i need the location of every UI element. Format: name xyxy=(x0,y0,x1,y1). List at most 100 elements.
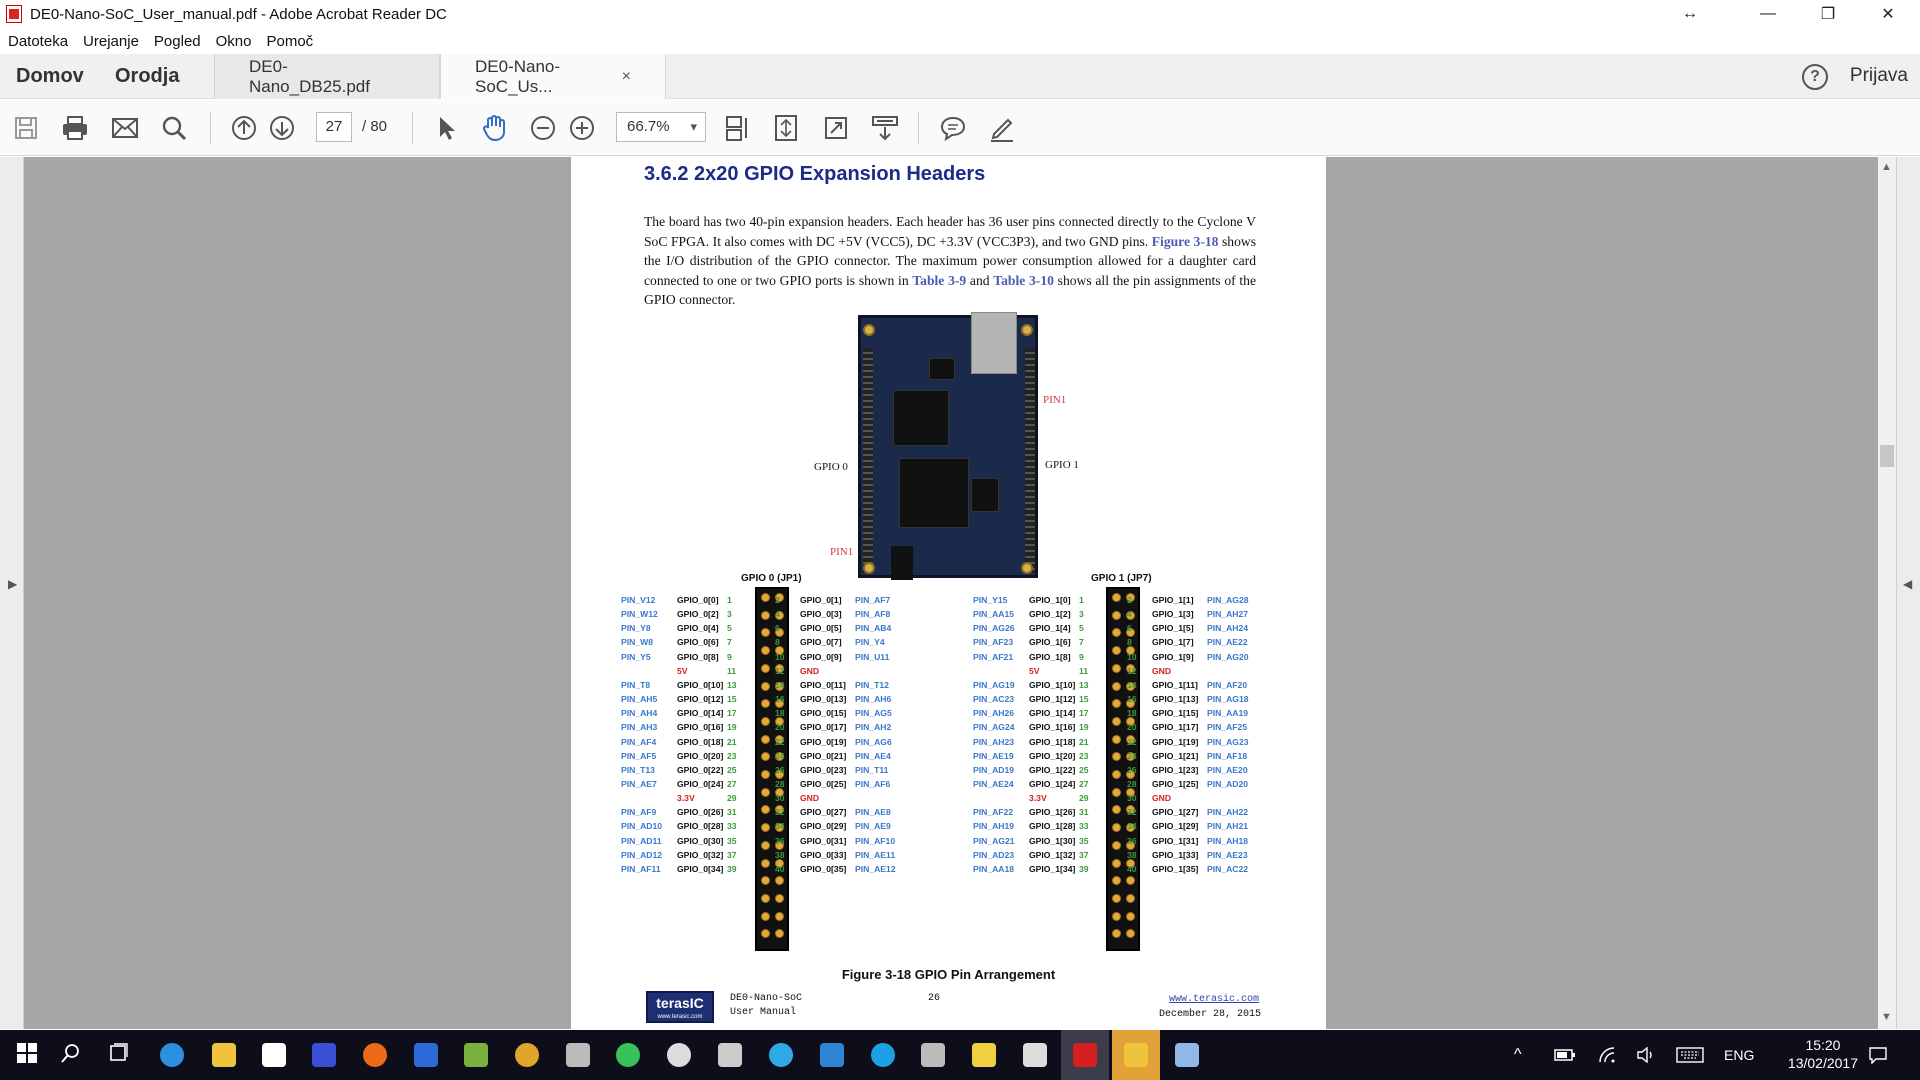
pin-number: 31 xyxy=(727,807,737,818)
taskbar-paint-button[interactable] xyxy=(452,1030,500,1080)
header-pin xyxy=(761,681,770,691)
hand-tool-icon[interactable] xyxy=(480,114,508,142)
file-explorer-icon xyxy=(212,1043,236,1067)
tab-home[interactable]: Domov xyxy=(16,54,84,99)
keyboard-icon[interactable] xyxy=(1676,1030,1704,1080)
pin-number: 38 xyxy=(775,849,785,860)
taskbar-start-button[interactable] xyxy=(5,1030,53,1080)
tab-tools[interactable]: Orodja xyxy=(115,54,179,99)
taskbar-floppy-save-button[interactable] xyxy=(300,1030,348,1080)
minimize-button[interactable]: — xyxy=(1740,0,1796,28)
pin-number: 18 xyxy=(775,708,785,719)
language-indicator[interactable]: ENG xyxy=(1724,1030,1754,1080)
close-tab-icon[interactable]: × xyxy=(622,68,631,86)
taskbar-network-tool-button[interactable] xyxy=(960,1030,1008,1080)
signal-name: GPIO_0[29] xyxy=(800,821,847,832)
clock[interactable]: 15:20 13/02/2017 xyxy=(1788,1036,1858,1072)
fit-page-icon[interactable] xyxy=(772,114,800,142)
restore-arrows-icon[interactable]: ↔ xyxy=(1662,0,1718,28)
menu-window[interactable]: Okno xyxy=(216,33,252,50)
pin-name: PIN_AE4 xyxy=(855,750,891,761)
comment-icon[interactable] xyxy=(939,114,967,142)
taskbar-folder-active-button[interactable] xyxy=(1112,1030,1160,1080)
tab-document-2[interactable]: DE0-Nano-SoC_Us... × xyxy=(440,54,666,99)
left-pane-toggle[interactable]: ▶ xyxy=(0,157,24,1029)
search-icon[interactable] xyxy=(160,114,188,142)
taskbar-app-circle-button[interactable] xyxy=(655,1030,703,1080)
print-icon[interactable] xyxy=(61,114,89,142)
menu-file[interactable]: Datoteka xyxy=(8,33,68,50)
taskbar-edge-button[interactable] xyxy=(148,1030,196,1080)
page-scroll-icon[interactable] xyxy=(723,114,751,142)
notifications-icon[interactable] xyxy=(1868,1030,1888,1080)
taskbar-search-button[interactable] xyxy=(49,1030,97,1080)
previous-page-icon[interactable] xyxy=(230,114,258,142)
taskbar-chrome-button[interactable] xyxy=(503,1030,551,1080)
taskbar-app-blue-button[interactable] xyxy=(402,1030,450,1080)
header-pin xyxy=(1112,805,1121,815)
taskbar-acrobat-button[interactable] xyxy=(1061,1030,1109,1080)
battery-icon[interactable] xyxy=(1554,1030,1576,1080)
full-screen-icon[interactable] xyxy=(822,114,850,142)
scroll-thumb[interactable] xyxy=(1880,445,1894,467)
wifi-icon[interactable] xyxy=(1598,1030,1618,1080)
taskbar-app-grid-button[interactable] xyxy=(1011,1030,1059,1080)
taskbar-3d-box-button[interactable] xyxy=(706,1030,754,1080)
zoom-out-icon[interactable] xyxy=(529,114,557,142)
tab-document-1[interactable]: DE0-Nano_DB25.pdf xyxy=(214,54,440,99)
help-icon[interactable]: ? xyxy=(1802,64,1828,90)
taskbar-task-view-button[interactable] xyxy=(97,1030,145,1080)
pin-name: PIN_T13 xyxy=(621,764,655,775)
taskbar-file-explorer-button[interactable] xyxy=(200,1030,248,1080)
save-icon[interactable] xyxy=(12,114,40,142)
pin-number: 9 xyxy=(1079,651,1084,662)
taskbar-firefox-button[interactable] xyxy=(351,1030,399,1080)
maximize-button[interactable]: ❐ xyxy=(1800,0,1856,28)
pin-number: 21 xyxy=(1079,736,1089,747)
pin-name: PIN_AE7 xyxy=(621,778,657,789)
header-pin xyxy=(1112,610,1121,620)
taskbar-whatsapp-button[interactable] xyxy=(604,1030,652,1080)
select-cursor-icon[interactable] xyxy=(432,114,460,142)
taskbar-paint-palette-button[interactable] xyxy=(1163,1030,1211,1080)
taskbar-app-fish-button[interactable] xyxy=(757,1030,805,1080)
signal-name: GPIO_1[15] xyxy=(1152,708,1199,719)
vertical-scrollbar[interactable]: ▲ ▼ xyxy=(1878,157,1896,1029)
figure-table-link[interactable]: Figure 3-18 xyxy=(1152,234,1219,249)
menu-view[interactable]: Pogled xyxy=(154,33,201,50)
app-arrow-icon xyxy=(566,1043,590,1067)
header-pin xyxy=(761,734,770,744)
zoom-select[interactable]: 66.7% xyxy=(616,112,706,142)
taskbar-shield-button[interactable] xyxy=(808,1030,856,1080)
read-mode-icon[interactable] xyxy=(871,114,899,142)
email-icon[interactable] xyxy=(111,114,139,142)
pin-name: PIN_AH5 xyxy=(621,694,658,705)
sign-pen-icon[interactable] xyxy=(988,114,1016,142)
taskbar-app-arrow-button[interactable] xyxy=(554,1030,602,1080)
menu-help[interactable]: Pomoč xyxy=(267,33,314,50)
signal-name: GPIO_0[0] xyxy=(677,595,719,605)
scroll-down-icon[interactable]: ▼ xyxy=(1881,1011,1892,1023)
figure-table-link[interactable]: Table 3-10 xyxy=(993,273,1054,288)
pin-name: PIN_AE9 xyxy=(855,821,891,832)
pin-name: PIN_AH24 xyxy=(1207,623,1249,634)
right-pane-toggle[interactable]: ◀ xyxy=(1896,157,1920,1029)
pin1-bottom-label: PIN1 xyxy=(830,546,854,558)
menu-edit[interactable]: Urejanje xyxy=(83,33,139,50)
taskbar-skype-button[interactable] xyxy=(859,1030,907,1080)
tray-overflow-icon[interactable]: ^ xyxy=(1514,1030,1522,1080)
page-number-input[interactable]: 27 xyxy=(316,112,352,142)
footer-url[interactable]: www.terasic.com xyxy=(1169,994,1259,1005)
figure-table-link[interactable]: Table 3-9 xyxy=(912,273,966,288)
sign-in-link[interactable]: Prijava xyxy=(1850,65,1908,87)
taskbar-store-button[interactable] xyxy=(250,1030,298,1080)
pin-name: PIN_Y15 xyxy=(973,595,1008,605)
taskbar-app-computer-button[interactable] xyxy=(909,1030,957,1080)
scroll-up-icon[interactable]: ▲ xyxy=(1881,161,1892,173)
close-button[interactable]: ✕ xyxy=(1860,0,1916,28)
pin-name: PIN_AF10 xyxy=(855,835,896,846)
next-page-icon[interactable] xyxy=(268,114,296,142)
footer-product: DE0-Nano-SoC xyxy=(730,993,803,1004)
volume-icon[interactable] xyxy=(1636,1030,1656,1080)
zoom-in-icon[interactable] xyxy=(568,114,596,142)
